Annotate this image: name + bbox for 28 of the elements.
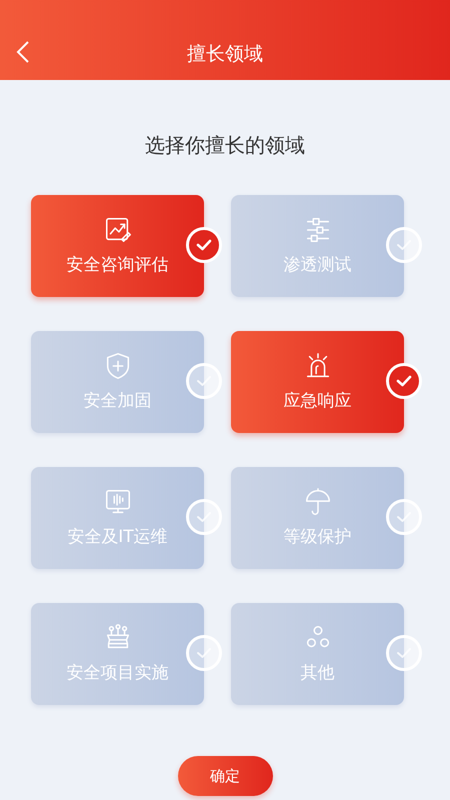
- domain-label: 应急响应: [284, 390, 352, 413]
- domain-card[interactable]: 渗透测试: [231, 195, 404, 297]
- domain-label: 其他: [300, 662, 334, 685]
- back-icon: [16, 40, 30, 64]
- check-circle[interactable]: [386, 499, 422, 535]
- domain-card[interactable]: 应急响应: [231, 331, 404, 433]
- domain-card[interactable]: 安全加固: [31, 331, 204, 433]
- domain-card[interactable]: 安全咨询评估: [31, 195, 204, 297]
- domain-label: 安全及IT运维: [67, 526, 168, 549]
- domain-label: 等级保护: [284, 526, 352, 549]
- domain-label: 安全咨询评估: [66, 254, 168, 277]
- domain-card[interactable]: 安全项目实施: [31, 603, 204, 705]
- domain-label: 安全项目实施: [66, 662, 168, 685]
- confirm-button[interactable]: 确定: [178, 756, 272, 796]
- check-circle[interactable]: [186, 635, 222, 671]
- check-circle[interactable]: [386, 635, 422, 671]
- domain-card[interactable]: 等级保护: [231, 467, 404, 569]
- domain-card[interactable]: 安全及IT运维: [31, 467, 204, 569]
- domain-label: 渗透测试: [284, 254, 352, 277]
- check-circle[interactable]: [386, 227, 422, 263]
- check-circle[interactable]: [386, 363, 422, 399]
- check-circle[interactable]: [186, 363, 222, 399]
- check-circle[interactable]: [186, 499, 222, 535]
- domain-label: 安全加固: [84, 390, 152, 413]
- check-circle[interactable]: [186, 227, 222, 263]
- page-title: 擅长领域: [187, 42, 263, 67]
- domain-card[interactable]: 其他: [231, 603, 404, 705]
- section-heading: 选择你擅长的领域: [144, 132, 306, 159]
